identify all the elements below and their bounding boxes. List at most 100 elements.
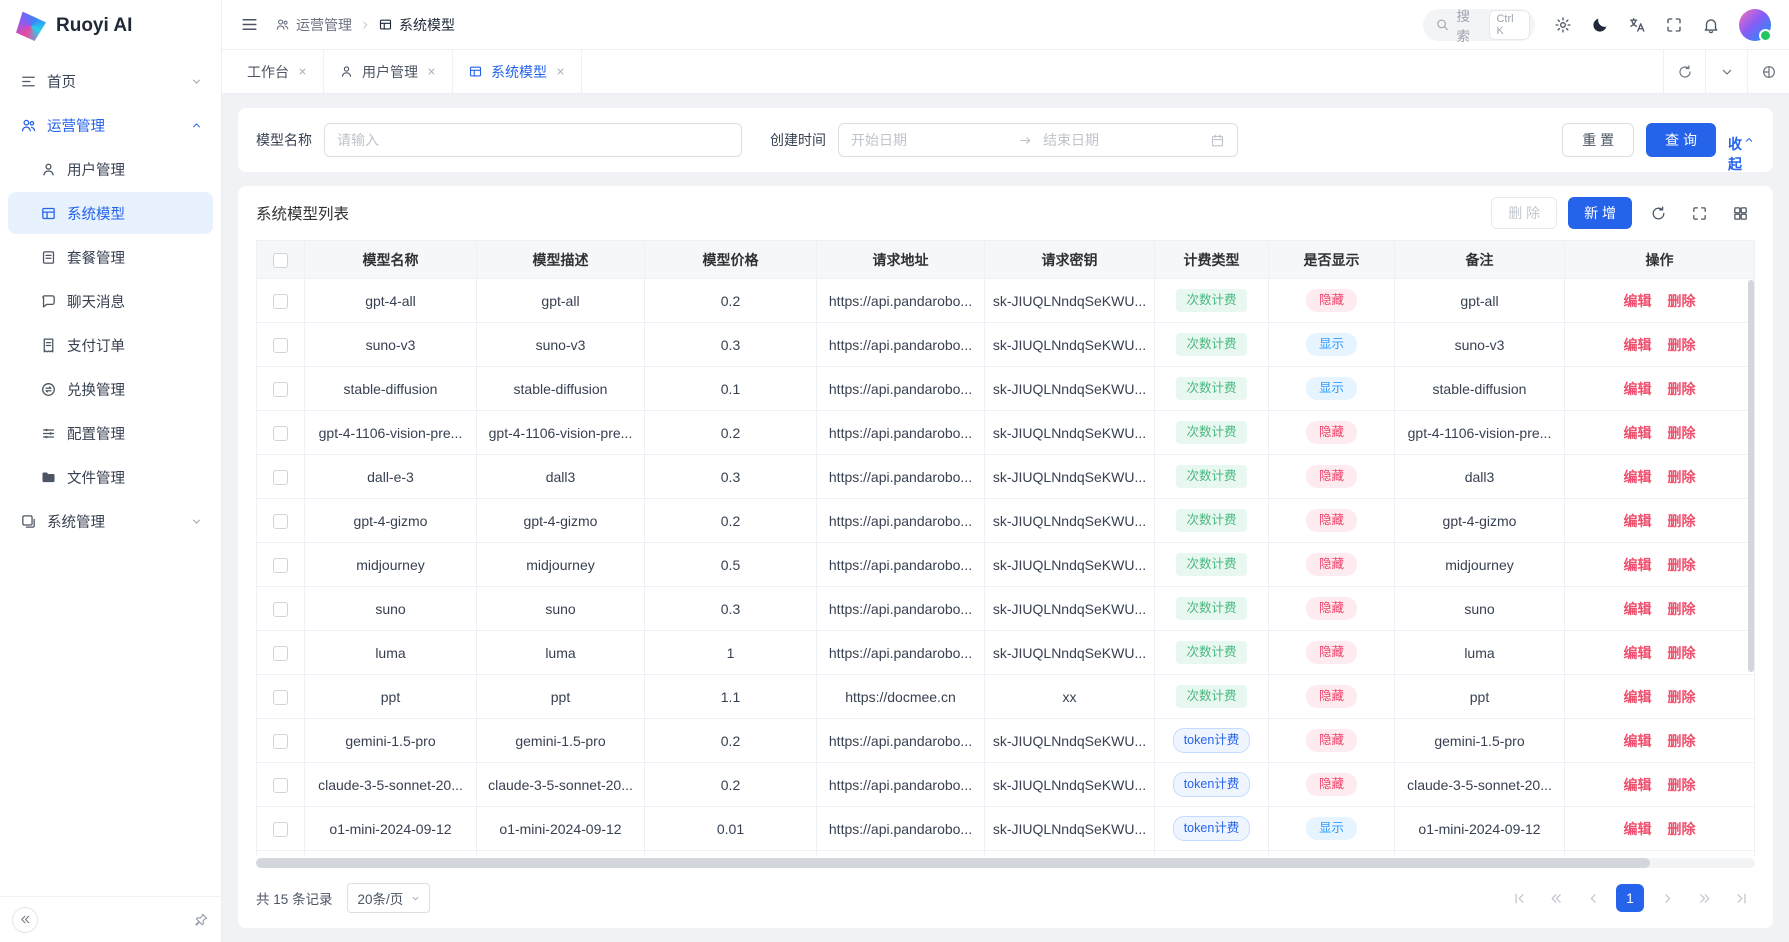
sidebar-item-home[interactable]: 首页 xyxy=(8,60,213,102)
reset-button[interactable]: 重 置 xyxy=(1562,123,1634,157)
edit-link[interactable]: 编辑 xyxy=(1624,425,1652,441)
delete-link[interactable]: 删除 xyxy=(1668,821,1696,837)
column-header[interactable]: 是否显示 xyxy=(1269,241,1395,279)
column-header[interactable]: 操作 xyxy=(1565,241,1755,279)
edit-link[interactable]: 编辑 xyxy=(1624,381,1652,397)
menu-icon[interactable] xyxy=(240,15,259,34)
delete-link[interactable]: 删除 xyxy=(1668,469,1696,485)
sidebar-item-redeem-management[interactable]: 兑换管理 xyxy=(8,368,213,410)
delete-link[interactable]: 删除 xyxy=(1668,425,1696,441)
column-header[interactable]: 计费类型 xyxy=(1155,241,1269,279)
column-header[interactable]: 请求地址 xyxy=(817,241,985,279)
tab-0[interactable]: 工作台 xyxy=(232,50,324,93)
column-header[interactable]: 模型名称 xyxy=(305,241,477,279)
current-page-button[interactable]: 1 xyxy=(1616,884,1644,912)
column-settings-button[interactable] xyxy=(1725,198,1755,228)
search-button[interactable]: 查 询 xyxy=(1646,123,1716,157)
gear-icon[interactable] xyxy=(1554,16,1572,34)
delete-link[interactable]: 删除 xyxy=(1668,601,1696,617)
row-checkbox[interactable] xyxy=(273,294,288,309)
close-icon[interactable] xyxy=(426,66,437,77)
edit-link[interactable]: 编辑 xyxy=(1624,821,1652,837)
tab-1[interactable]: 用户管理 xyxy=(324,50,453,93)
edit-link[interactable]: 编辑 xyxy=(1624,777,1652,793)
sidebar-item-operations[interactable]: 运营管理 xyxy=(8,104,213,146)
sidebar-item-chat-messages[interactable]: 聊天消息 xyxy=(8,280,213,322)
breadcrumb-item-operations[interactable]: 运营管理 xyxy=(275,15,352,35)
horizontal-scrollbar-thumb[interactable] xyxy=(256,858,1650,868)
create-time-range-picker[interactable]: 开始日期 结束日期 xyxy=(838,123,1238,157)
delete-link[interactable]: 删除 xyxy=(1668,293,1696,309)
edit-link[interactable]: 编辑 xyxy=(1624,557,1652,573)
next-page-button[interactable] xyxy=(1653,884,1681,912)
delete-link[interactable]: 删除 xyxy=(1668,689,1696,705)
delete-link[interactable]: 删除 xyxy=(1668,513,1696,529)
delete-link[interactable]: 删除 xyxy=(1668,557,1696,573)
sidebar-item-payment-orders[interactable]: 支付订单 xyxy=(8,324,213,366)
vertical-scrollbar-thumb[interactable] xyxy=(1748,280,1754,672)
fullscreen-icon[interactable] xyxy=(1665,16,1683,34)
edit-link[interactable]: 编辑 xyxy=(1624,689,1652,705)
row-checkbox[interactable] xyxy=(273,778,288,793)
row-checkbox[interactable] xyxy=(273,734,288,749)
forward-10-pages-button[interactable] xyxy=(1690,884,1718,912)
tabs-menu-button[interactable] xyxy=(1705,50,1747,93)
sidebar-item-file-management[interactable]: 文件管理 xyxy=(8,456,213,498)
column-header[interactable]: 模型描述 xyxy=(477,241,645,279)
row-checkbox[interactable] xyxy=(273,646,288,661)
page-size-select[interactable]: 20条/页 xyxy=(347,883,431,913)
first-page-button[interactable] xyxy=(1505,884,1533,912)
sidebar-item-config-management[interactable]: 配置管理 xyxy=(8,412,213,454)
delete-link[interactable]: 删除 xyxy=(1668,645,1696,661)
user-avatar[interactable] xyxy=(1739,9,1771,41)
row-checkbox[interactable] xyxy=(273,602,288,617)
search-input[interactable]: 搜索 Ctrl K xyxy=(1423,9,1535,41)
table-refresh-button[interactable] xyxy=(1643,198,1673,228)
row-checkbox[interactable] xyxy=(273,822,288,837)
row-checkbox[interactable] xyxy=(273,514,288,529)
column-header[interactable]: 备注 xyxy=(1395,241,1565,279)
edit-link[interactable]: 编辑 xyxy=(1624,733,1652,749)
row-checkbox[interactable] xyxy=(273,426,288,441)
back-10-pages-button[interactable] xyxy=(1542,884,1570,912)
edit-link[interactable]: 编辑 xyxy=(1624,293,1652,309)
model-name-input[interactable]: 请输入 xyxy=(324,123,742,157)
edit-link[interactable]: 编辑 xyxy=(1624,645,1652,661)
pin-icon[interactable] xyxy=(193,912,209,928)
edit-link[interactable]: 编辑 xyxy=(1624,513,1652,529)
add-button[interactable]: 新 增 xyxy=(1568,197,1632,229)
batch-delete-button[interactable]: 删 除 xyxy=(1491,197,1557,229)
table-fullscreen-button[interactable] xyxy=(1684,198,1714,228)
delete-link[interactable]: 删除 xyxy=(1668,337,1696,353)
last-page-button[interactable] xyxy=(1727,884,1755,912)
tabs-refresh-button[interactable] xyxy=(1663,50,1705,93)
bell-icon[interactable] xyxy=(1702,16,1720,34)
app-logo[interactable]: Ruoyi AI xyxy=(0,0,221,52)
row-checkbox[interactable] xyxy=(273,470,288,485)
sidebar-collapse-button[interactable] xyxy=(12,907,38,933)
delete-link[interactable]: 删除 xyxy=(1668,381,1696,397)
edit-link[interactable]: 编辑 xyxy=(1624,469,1652,485)
translate-icon[interactable] xyxy=(1628,16,1646,34)
sidebar-item-system-management[interactable]: 系统管理 xyxy=(8,500,213,542)
row-checkbox[interactable] xyxy=(273,338,288,353)
tab-2[interactable]: 系统模型 xyxy=(453,50,582,93)
close-icon[interactable] xyxy=(297,66,308,77)
delete-link[interactable]: 删除 xyxy=(1668,777,1696,793)
close-icon[interactable] xyxy=(555,66,566,77)
delete-link[interactable]: 删除 xyxy=(1668,733,1696,749)
edit-link[interactable]: 编辑 xyxy=(1624,337,1652,353)
row-checkbox[interactable] xyxy=(273,558,288,573)
row-checkbox[interactable] xyxy=(273,690,288,705)
breadcrumb-item-system-model[interactable]: 系统模型 xyxy=(378,15,455,35)
prev-page-button[interactable] xyxy=(1579,884,1607,912)
collapse-filter-link[interactable]: 收起 xyxy=(1728,134,1755,146)
sidebar-item-user-management[interactable]: 用户管理 xyxy=(8,148,213,190)
edit-link[interactable]: 编辑 xyxy=(1624,601,1652,617)
row-checkbox[interactable] xyxy=(273,382,288,397)
column-header[interactable]: 请求密钥 xyxy=(985,241,1155,279)
dark-mode-icon[interactable] xyxy=(1591,16,1609,34)
select-all-checkbox[interactable] xyxy=(273,253,288,268)
sidebar-item-package-management[interactable]: 套餐管理 xyxy=(8,236,213,278)
sidebar-item-system-model[interactable]: 系统模型 xyxy=(8,192,213,234)
